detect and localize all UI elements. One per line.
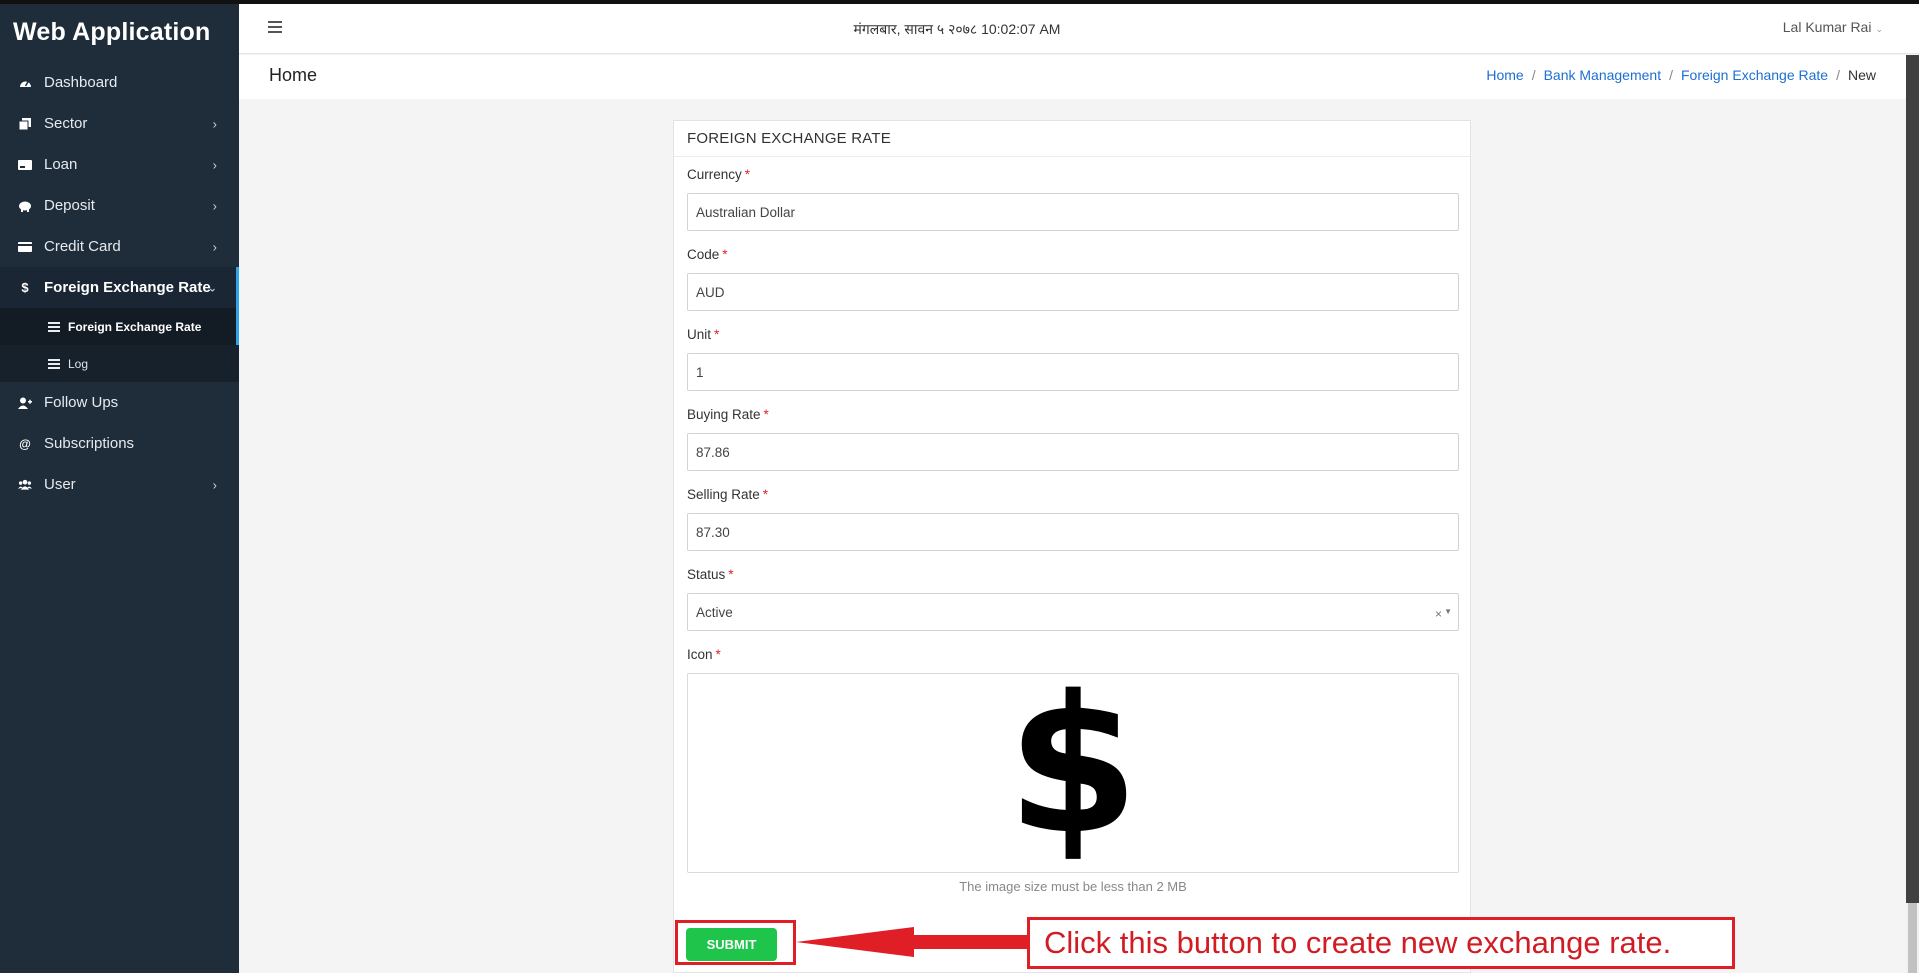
chevron-right-icon: › [212,157,217,172]
code-field-group: Code * AUD [687,247,1459,311]
currency-label: Currency * [687,167,751,182]
status-label: Status * [687,567,734,582]
sidebar-item-sector[interactable]: Sector › [0,103,239,144]
sidebar-item-foreign-exchange-rate[interactable]: $ Foreign Exchange Rate ⌄ [0,267,239,308]
user-plus-icon [18,396,32,410]
clear-selection-icon[interactable]: × [1435,607,1442,621]
credit-card-icon [18,240,32,254]
breadcrumb: Home / Bank Management / Foreign Exchang… [1486,67,1876,83]
currency-field-group: Currency * Australian Dollar [687,167,1459,231]
chevron-right-icon: › [212,198,217,213]
annotation-arrow-shaft [913,935,1028,949]
unit-field-group: Unit * 1 [687,327,1459,391]
sidebar-item-label: Foreign Exchange Rate [44,279,211,296]
caret-down-icon: ▼ [1444,607,1452,616]
form-title: FOREIGN EXCHANGE RATE [674,121,1470,157]
breadcrumb-separator: / [1669,67,1673,83]
app-title: Web Application [13,18,211,46]
annotation-arrow-icon [796,927,914,957]
sector-icon [18,117,32,131]
code-input[interactable]: AUD [687,273,1459,311]
icon-size-hint: The image size must be less than 2 MB [959,879,1187,894]
users-icon [18,478,32,492]
current-datetime: मंगलबार, सावन ५ २०७८ 10:02:07 AM [853,21,1061,37]
sidebar-item-label: Subscriptions [44,435,135,452]
sidebar-item-follow-ups[interactable]: Follow Ups [0,382,239,423]
chevron-down-icon: ⌄ [1875,24,1883,34]
status-selected-value: Active [696,604,733,620]
chevron-right-icon: › [212,116,217,131]
sidebar-subitem-label: Foreign Exchange Rate [68,319,202,334]
sidebar-submenu: Foreign Exchange Rate Log [0,308,239,382]
submit-button[interactable]: SUBMIT [686,928,777,961]
breadcrumb-foreign-exchange-rate[interactable]: Foreign Exchange Rate [1681,67,1828,83]
buying-rate-input[interactable]: 87.86 [687,433,1459,471]
sidebar-subitem-log[interactable]: Log [0,345,239,382]
sidebar-item-subscriptions[interactable]: @ Subscriptions [0,423,239,464]
sidebar-item-user[interactable]: User › [0,464,239,505]
sidebar: Web Application Dashboard Sector › Loan … [0,4,239,973]
dollar-preview-icon: $ [1006,655,1140,876]
currency-input[interactable]: Australian Dollar [687,193,1459,231]
loan-icon [18,158,32,172]
annotation-callout: Click this button to create new exchange… [1027,917,1735,969]
sidebar-item-label: Loan [44,156,78,173]
icon-field-group: Icon * $ [687,647,1459,873]
breadcrumb-current: New [1847,67,1876,83]
sidebar-item-label: Follow Ups [44,394,119,411]
code-label: Code * [687,247,728,262]
unit-label: Unit * [687,327,720,342]
sidebar-item-label: User [44,476,76,493]
sidebar-item-label: Credit Card [44,238,121,255]
sidebar-item-label: Sector [44,115,88,132]
at-icon: @ [19,436,31,451]
dashboard-icon [18,76,32,90]
buying-rate-label: Buying Rate * [687,407,769,422]
unit-input[interactable]: 1 [687,353,1459,391]
page-title: Home [269,65,318,85]
status-select[interactable]: Active × ▼ [687,593,1459,631]
vertical-scrollbar[interactable] [1906,55,1919,973]
list-icon [48,321,60,332]
user-menu[interactable]: Lal Kumar Rai ⌄ [1783,19,1883,35]
chevron-down-icon: ⌄ [207,282,217,294]
sidebar-item-label: Dashboard [44,74,118,91]
scrollbar-thumb[interactable] [1908,903,1917,973]
list-icon [48,358,60,369]
page-header: Home Home / Bank Management / Foreign Ex… [239,55,1906,99]
buying-rate-field-group: Buying Rate * 87.86 [687,407,1459,471]
chevron-right-icon: › [212,239,217,254]
sidebar-item-credit-card[interactable]: Credit Card › [0,226,239,267]
sidebar-item-dashboard[interactable]: Dashboard [0,62,239,103]
exchange-rate-form: FOREIGN EXCHANGE RATE Currency * Australi… [673,120,1471,973]
piggy-bank-icon [18,199,32,213]
icon-upload-dropzone[interactable]: $ [687,666,1459,873]
breadcrumb-bank-management[interactable]: Bank Management [1544,67,1662,83]
status-field-group: Status * Active × ▼ [687,567,1459,631]
sidebar-item-label: Deposit [44,197,95,214]
sidebar-subitem-label: Log [68,356,89,371]
sidebar-subitem-foreign-exchange-rate[interactable]: Foreign Exchange Rate [0,308,239,345]
top-bar: मंगलबार, सावन ५ २०७८ 10:02:07 AM Lal Kum… [239,4,1919,54]
scrollbar-track [1906,55,1919,903]
sidebar-item-deposit[interactable]: Deposit › [0,185,239,226]
chevron-right-icon: › [212,477,217,492]
breadcrumb-separator: / [1836,67,1840,83]
breadcrumb-separator: / [1531,67,1536,83]
selling-rate-input[interactable]: 87.30 [687,513,1459,551]
sidebar-item-loan[interactable]: Loan › [0,144,239,185]
selling-rate-label: Selling Rate * [687,487,769,502]
user-name: Lal Kumar Rai [1782,19,1872,35]
selling-rate-field-group: Selling Rate * 87.30 [687,487,1459,551]
dollar-icon: $ [21,280,29,295]
breadcrumb-home[interactable]: Home [1486,67,1523,83]
